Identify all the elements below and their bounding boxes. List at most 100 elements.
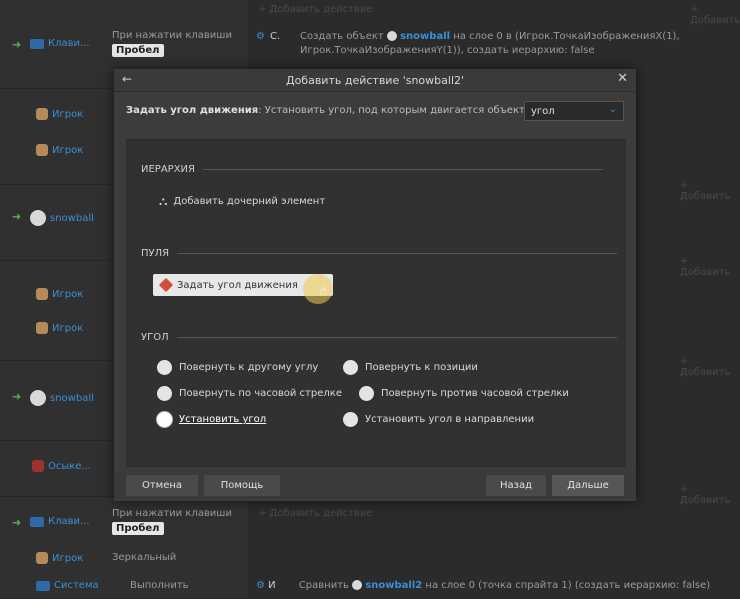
- chevron-down-icon: ⌄: [608, 104, 617, 115]
- condition-label: Зеркальный: [112, 552, 177, 563]
- item-label: Задать угол движения: [177, 279, 298, 291]
- snowball-object[interactable]: snowball: [30, 210, 94, 226]
- add-action-link[interactable]: + Добавить действие: [258, 4, 373, 15]
- next-button[interactable]: Дальше: [552, 475, 624, 496]
- option-rotate-clockwise[interactable]: Повернуть по часовой стрелке: [157, 386, 342, 401]
- dialog-footer: Отмена Помощь Назад Дальше: [114, 471, 636, 499]
- search-filter-select[interactable]: угол ⌄: [524, 101, 624, 121]
- person-icon: [36, 288, 48, 300]
- system-icon: [36, 580, 50, 591]
- option-rotate-counterclockwise[interactable]: Повернуть против часовой стрелки: [359, 386, 569, 401]
- keyboard-icon: [30, 516, 44, 527]
- option-icon: [157, 412, 172, 427]
- pencil-icon: [158, 277, 174, 293]
- event-row[interactable]: ➜ Клави... При нажатии клавиши Пробел Иг…: [0, 496, 248, 599]
- add-link[interactable]: + Добавить: [690, 4, 740, 26]
- condition-label: При нажатии клавиши: [112, 30, 232, 41]
- keyboard-object[interactable]: Клави...: [30, 38, 90, 49]
- option-label: Установить угол: [179, 414, 267, 425]
- option-label: Повернуть против часовой стрелки: [381, 388, 569, 399]
- action-desc-text: : Установить угол, под которым двигается…: [258, 105, 525, 116]
- option-icon: [157, 386, 172, 401]
- option-rotate-toward-angle[interactable]: Повернуть к другому углу: [157, 360, 318, 375]
- keyboard-object[interactable]: Клави...: [30, 516, 90, 527]
- action-prefix: Создать объект: [300, 31, 384, 42]
- action-object: snowball2: [365, 580, 423, 591]
- option-icon: [359, 386, 374, 401]
- section-title: ПУЛЯ: [141, 248, 170, 259]
- ball-icon: [30, 210, 46, 226]
- hierarchy-icon: ⛬: [159, 194, 168, 208]
- add-link[interactable]: + Добавить: [680, 356, 740, 378]
- action-object-label: И: [268, 580, 276, 591]
- system-object[interactable]: Система: [36, 580, 99, 591]
- section-bullet: ПУЛЯ: [141, 248, 618, 259]
- key-badge: Пробел: [112, 44, 164, 57]
- section-divider: [176, 337, 617, 338]
- add-child-item[interactable]: ⛬ Добавить дочерний элемент: [159, 194, 325, 209]
- action-compare[interactable]: ⚙ И Сравнить snowball2 на слое 0 (точка …: [256, 580, 710, 591]
- person-icon: [36, 144, 48, 156]
- action-prefix: Сравнить: [298, 580, 349, 591]
- trigger-arrow-icon: ➜: [12, 210, 22, 223]
- ball-icon: [30, 390, 46, 406]
- trigger-arrow-icon: ➜: [12, 516, 22, 529]
- fire-icon: [32, 460, 44, 472]
- option-set-angle-toward[interactable]: Установить угол в направлении: [343, 412, 534, 427]
- person-icon: [36, 322, 48, 334]
- fire-object[interactable]: Осыке...: [32, 460, 91, 472]
- key-badge: Пробел: [112, 522, 164, 535]
- section-title: УГОЛ: [141, 332, 169, 343]
- person-icon: [36, 552, 48, 564]
- add-link[interactable]: + Добавить: [680, 180, 740, 202]
- person-icon: [36, 108, 48, 120]
- option-icon: [157, 360, 172, 375]
- action-name: Задать угол движения: [126, 105, 259, 116]
- trigger-arrow-icon: ➜: [12, 390, 22, 403]
- player-object[interactable]: Игрок: [36, 144, 83, 156]
- section-hierarchy: ИЕРАРХИЯ: [141, 164, 603, 175]
- cursor-highlight: [303, 274, 333, 304]
- option-rotate-toward-position[interactable]: Повернуть к позиции: [343, 360, 478, 375]
- action-object: snowball: [400, 31, 451, 42]
- dialog-title: Добавить действие 'snowball2': [285, 73, 465, 87]
- add-action-link[interactable]: + Добавить действие: [258, 508, 373, 519]
- system-icon: ⚙: [256, 580, 265, 591]
- back-arrow-icon[interactable]: ←: [122, 72, 132, 86]
- option-label: Установить угол в направлении: [365, 414, 535, 425]
- player-object[interactable]: Игрок: [36, 288, 83, 300]
- option-icon: [343, 360, 358, 375]
- close-icon[interactable]: ✕: [617, 71, 628, 86]
- back-button[interactable]: Назад: [486, 475, 546, 496]
- snowball-object[interactable]: snowball: [30, 390, 94, 406]
- action-object-label: С.: [270, 31, 281, 42]
- keyboard-icon: [30, 38, 44, 49]
- player-object[interactable]: Игрок: [36, 552, 83, 564]
- option-icon: [343, 412, 358, 427]
- option-label: Повернуть к позиции: [365, 362, 478, 373]
- player-object[interactable]: Игрок: [36, 108, 83, 120]
- player-object[interactable]: Игрок: [36, 322, 83, 334]
- item-label: Добавить дочерний элемент: [173, 196, 326, 207]
- actions-list-panel: ИЕРАРХИЯ ⛬ Добавить дочерний элемент ПУЛ…: [126, 139, 626, 467]
- hand-cursor-icon: ☝: [319, 284, 327, 299]
- action-params: на слое 0 (точка спрайта 1) (создать иер…: [425, 580, 711, 591]
- help-button[interactable]: Помощь: [204, 475, 280, 496]
- add-action-dialog: ← Добавить действие 'snowball2' ✕ Задать…: [114, 69, 636, 501]
- section-angle: УГОЛ: [141, 332, 617, 343]
- option-label: Повернуть по часовой стрелке: [179, 388, 342, 399]
- condition-label: Выполнить: [130, 580, 189, 591]
- section-divider: [202, 169, 603, 170]
- cancel-button[interactable]: Отмена: [126, 475, 198, 496]
- snowball-icon: [386, 31, 397, 41]
- system-icon: ⚙: [256, 31, 265, 42]
- section-divider: [177, 253, 618, 254]
- option-set-angle[interactable]: Установить угол: [157, 412, 266, 427]
- trigger-arrow-icon: ➜: [12, 38, 22, 51]
- snowball-icon: [352, 580, 363, 590]
- select-value: угол: [531, 105, 555, 117]
- add-link[interactable]: + Добавить: [680, 484, 740, 506]
- add-link[interactable]: + Добавить: [680, 256, 740, 278]
- condition-label: При нажатии клавиши: [112, 508, 232, 519]
- dialog-titlebar: ← Добавить действие 'snowball2' ✕: [114, 69, 636, 92]
